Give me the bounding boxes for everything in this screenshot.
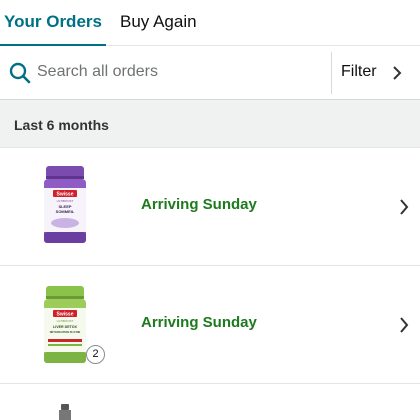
- product-name-line1: LIVER DETOX: [53, 325, 77, 329]
- product-line: ULTIBOOST: [57, 199, 74, 203]
- product-thumbnail: [59, 404, 71, 420]
- chevron-right-icon: [400, 317, 409, 333]
- product-name-line2: SOMMEIL: [56, 209, 75, 214]
- product-line: ULTIBOOST: [57, 319, 74, 323]
- order-status: Arriving Sunday: [141, 196, 257, 213]
- chevron-right-icon: [393, 66, 402, 80]
- section-title: Last 6 months: [14, 117, 109, 133]
- tab-buy-again-label: Buy Again: [120, 12, 197, 31]
- chevron-right-icon: [400, 199, 409, 215]
- product-brand: Swisse: [57, 192, 74, 198]
- tab-bar: Your Orders Buy Again: [0, 0, 420, 47]
- tab-your-orders-label: Your Orders: [4, 12, 102, 31]
- search-bar: Filter: [0, 46, 420, 100]
- product-thumbnail: Swisse ULTIBOOST LIVER DETOX DÉTOXICATIO…: [44, 286, 86, 363]
- tab-buy-again[interactable]: Buy Again: [120, 0, 197, 46]
- tab-your-orders[interactable]: Your Orders: [0, 0, 106, 47]
- quantity-badge: 2: [86, 345, 105, 364]
- order-row[interactable]: Swisse ULTIBOOST LIVER DETOX DÉTOXICATIO…: [0, 266, 420, 384]
- product-brand: Swisse: [57, 312, 74, 318]
- filter-button[interactable]: Filter: [332, 46, 420, 99]
- order-row[interactable]: [0, 384, 420, 420]
- order-row[interactable]: Swisse ULTIBOOST SLEEP SOMMEIL Arriving …: [0, 148, 420, 266]
- section-header: Last 6 months: [0, 100, 420, 148]
- product-thumbnail: Swisse ULTIBOOST SLEEP SOMMEIL: [44, 166, 86, 243]
- search-input[interactable]: [37, 54, 322, 90]
- orders-page: Your Orders Buy Again Filter Last 6 mont…: [0, 0, 420, 420]
- filter-label: Filter: [341, 63, 377, 80]
- search-icon: [9, 62, 31, 84]
- order-status: Arriving Sunday: [141, 314, 257, 331]
